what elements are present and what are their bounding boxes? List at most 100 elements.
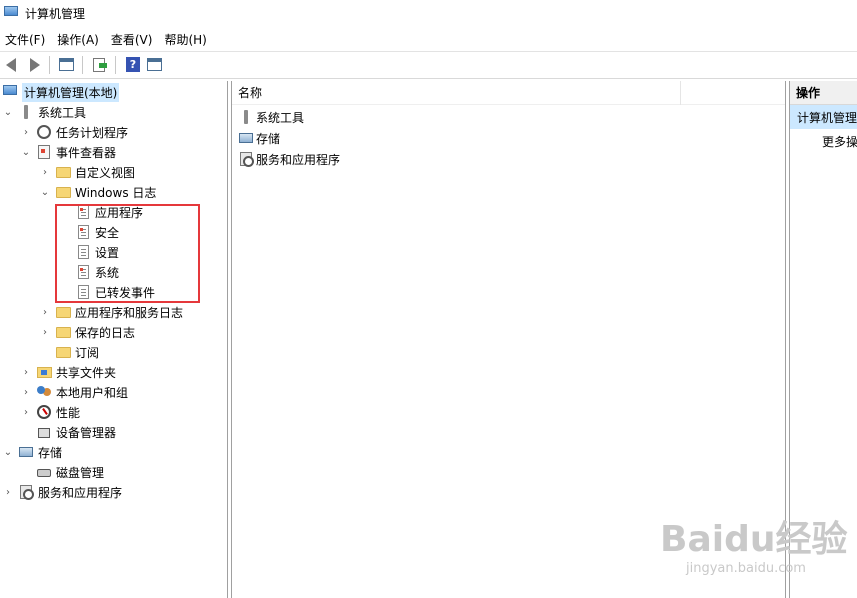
chevron-right-icon[interactable]: › xyxy=(20,366,32,378)
tree-item-label: Windows 日志 xyxy=(75,185,157,200)
menu-action[interactable]: 操作(A) xyxy=(52,31,106,48)
list-column-header: 名称 xyxy=(232,81,785,105)
actions-header: 操作 xyxy=(790,81,857,105)
chevron-right-icon[interactable]: › xyxy=(39,306,51,318)
tree-item-services-apps[interactable]: › 服务和应用程序 xyxy=(2,482,122,502)
chevron-down-icon[interactable]: ⌄ xyxy=(2,446,14,458)
list-item[interactable]: 系统工具 xyxy=(238,107,304,127)
storage-icon xyxy=(238,130,254,146)
toolbar-separator xyxy=(82,56,83,74)
tree-item-label: 事件查看器 xyxy=(56,145,117,160)
toolbar-separator xyxy=(115,56,116,74)
chevron-down-icon[interactable]: ⌄ xyxy=(20,146,32,158)
tree-item-label: 本地用户和组 xyxy=(56,385,129,400)
chevron-down-icon[interactable]: ⌄ xyxy=(2,106,14,118)
list-item-label: 系统工具 xyxy=(256,110,305,125)
computer-management-icon xyxy=(3,5,19,21)
chevron-right-icon[interactable]: › xyxy=(2,486,14,498)
tree-item-label: 应用程序和服务日志 xyxy=(75,305,184,320)
menu-file[interactable]: 文件(F) xyxy=(0,31,52,48)
tree-item-label: 自定义视图 xyxy=(75,165,136,180)
computer-icon xyxy=(2,84,18,100)
chevron-down-icon[interactable]: ⌄ xyxy=(39,186,51,198)
list-item-label: 存储 xyxy=(256,131,281,146)
column-header-name[interactable]: 名称 xyxy=(232,81,681,105)
tree-item-performance[interactable]: › 性能 xyxy=(20,402,80,422)
tree-item-device-manager[interactable]: 设备管理器 xyxy=(36,422,116,442)
performance-icon xyxy=(36,404,52,420)
export-list-button[interactable] xyxy=(90,55,110,75)
tree-item-shared-folders[interactable]: › 共享文件夹 xyxy=(20,362,116,382)
tree-item-label: 磁盘管理 xyxy=(56,465,105,480)
services-icon xyxy=(238,151,254,167)
disk-icon xyxy=(36,464,52,480)
title-bar: 计算机管理 xyxy=(0,0,857,26)
tools-icon xyxy=(238,109,254,125)
export-list-icon xyxy=(92,58,108,72)
highlight-annotation-box xyxy=(55,204,200,303)
help-button[interactable]: ? xyxy=(123,55,143,75)
clock-icon xyxy=(36,124,52,140)
arrow-right-icon xyxy=(26,58,42,72)
tree-item-label: 订阅 xyxy=(75,345,100,360)
tree-item-storage[interactable]: ⌄ 存储 xyxy=(2,442,62,462)
chevron-right-icon[interactable]: › xyxy=(39,166,51,178)
tree-item-system-tools[interactable]: ⌄ 系统工具 xyxy=(2,102,86,122)
console-tree: 计算机管理(本地) ⌄ 系统工具 › 任务计划程序 ⌄ 事件查看器 › 自定义视… xyxy=(0,81,228,598)
tree-item-windows-logs[interactable]: ⌄ Windows 日志 xyxy=(39,182,157,202)
toolbar: ? xyxy=(0,51,857,79)
back-button[interactable] xyxy=(2,55,22,75)
users-icon xyxy=(36,384,52,400)
tree-item-event-viewer[interactable]: ⌄ 事件查看器 xyxy=(20,142,116,162)
tree-item-task-scheduler[interactable]: › 任务计划程序 xyxy=(20,122,128,142)
folder-icon xyxy=(55,164,71,180)
tree-item-disk-management[interactable]: 磁盘管理 xyxy=(36,462,104,482)
window-title: 计算机管理 xyxy=(25,6,86,21)
device-manager-icon xyxy=(36,424,52,440)
tree-item-root[interactable]: 计算机管理(本地) xyxy=(2,82,120,102)
menu-help[interactable]: 帮助(H) xyxy=(159,31,213,48)
tree-item-label: 保存的日志 xyxy=(75,325,136,340)
list-item[interactable]: 存储 xyxy=(238,128,280,148)
tree-item-label: 设备管理器 xyxy=(56,425,117,440)
console-tree-icon xyxy=(59,58,75,72)
tree-item-custom-views[interactable]: › 自定义视图 xyxy=(39,162,135,182)
chevron-right-icon[interactable]: › xyxy=(20,406,32,418)
subscription-icon xyxy=(55,344,71,360)
list-item-label: 服务和应用程序 xyxy=(256,152,341,167)
tree-item-subscriptions[interactable]: 订阅 xyxy=(55,342,99,362)
event-viewer-icon xyxy=(36,144,52,160)
menu-view[interactable]: 查看(V) xyxy=(106,31,160,48)
tree-item-local-users-groups[interactable]: › 本地用户和组 xyxy=(20,382,128,402)
tree-item-apps-services-logs[interactable]: › 应用程序和服务日志 xyxy=(39,302,183,322)
show-hide-console-tree-button[interactable] xyxy=(57,55,77,75)
tree-item-saved-logs[interactable]: › 保存的日志 xyxy=(39,322,135,342)
shared-folder-icon xyxy=(36,364,52,380)
actions-section-computer-management[interactable]: 计算机管理 xyxy=(790,105,857,129)
folder-icon xyxy=(55,304,71,320)
more-actions-link[interactable]: 更多操 xyxy=(822,133,857,150)
tree-item-label: 存储 xyxy=(38,445,63,460)
tree-item-label: 任务计划程序 xyxy=(56,125,129,140)
chevron-right-icon[interactable]: › xyxy=(20,386,32,398)
help-icon: ? xyxy=(125,57,141,72)
list-item[interactable]: 服务和应用程序 xyxy=(238,149,340,169)
baidu-watermark: Baidu经验 xyxy=(660,519,848,560)
chevron-right-icon[interactable]: › xyxy=(39,326,51,338)
tree-item-label: 共享文件夹 xyxy=(56,365,117,380)
baidu-watermark-url: jingyan.baidu.com xyxy=(686,561,806,576)
tree-item-label: 服务和应用程序 xyxy=(38,485,123,500)
action-pane-icon xyxy=(147,58,163,72)
tree-item-label: 计算机管理(本地) xyxy=(22,82,120,102)
forward-button[interactable] xyxy=(24,55,44,75)
folder-icon xyxy=(55,324,71,340)
chevron-right-icon[interactable]: › xyxy=(20,126,32,138)
tree-item-label: 系统工具 xyxy=(38,105,87,120)
storage-icon xyxy=(18,444,34,460)
tree-item-label: 性能 xyxy=(56,405,81,420)
folder-icon xyxy=(55,184,71,200)
menu-bar: 文件(F) 操作(A) 查看(V) 帮助(H) xyxy=(0,28,857,50)
show-hide-action-pane-button[interactable] xyxy=(145,55,165,75)
tools-icon xyxy=(18,104,34,120)
services-icon xyxy=(18,484,34,500)
